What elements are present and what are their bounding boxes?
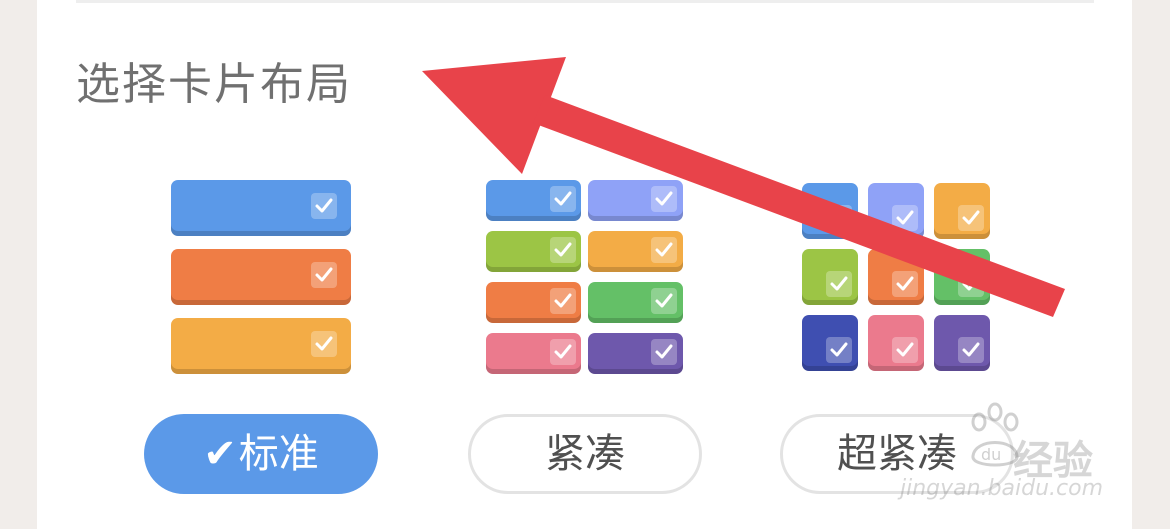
preview-tile (934, 183, 990, 239)
preview-tile (588, 231, 683, 272)
checkbox-checked-icon (651, 288, 677, 314)
preview-tile (802, 249, 858, 305)
preview-tile (802, 315, 858, 371)
checkbox-checked-icon (892, 271, 918, 297)
preview-tile (588, 333, 683, 374)
preview-tile (486, 333, 581, 374)
preview-tile (802, 183, 858, 239)
preview-tile (934, 249, 990, 305)
compact-layout-button[interactable]: 紧凑 (468, 414, 702, 494)
checkbox-checked-icon (550, 186, 576, 212)
compact-layout-label: 紧凑 (545, 431, 625, 477)
checkbox-checked-icon (651, 339, 677, 365)
preview-tile (486, 180, 581, 221)
checkbox-checked-icon (311, 331, 337, 357)
checkmark-icon: ✔ (203, 431, 237, 477)
checkbox-checked-icon (550, 339, 576, 365)
super-compact-layout-button[interactable]: 超紧凑 (780, 414, 1014, 494)
checkbox-checked-icon (892, 337, 918, 363)
checkbox-checked-icon (550, 288, 576, 314)
checkbox-checked-icon (311, 262, 337, 288)
checkbox-checked-icon (958, 205, 984, 231)
checkbox-checked-icon (892, 205, 918, 231)
standard-layout-label: 标准 (238, 431, 319, 477)
checkbox-checked-icon (651, 186, 677, 212)
preview-tile (171, 318, 351, 374)
preview-tile (171, 180, 351, 236)
preview-tile (588, 282, 683, 323)
preview-tile (868, 183, 924, 239)
preview-tile (868, 315, 924, 371)
preview-tile (934, 315, 990, 371)
checkbox-checked-icon (826, 205, 852, 231)
checkbox-checked-icon (826, 337, 852, 363)
standard-layout-button[interactable]: ✔标准 (144, 414, 378, 494)
preview-tile (171, 249, 351, 305)
top-divider (76, 0, 1094, 3)
preview-tile (486, 282, 581, 323)
section-title: 选择卡片布局 (76, 59, 352, 110)
super-compact-layout-label: 超紧凑 (837, 431, 957, 477)
checkbox-checked-icon (826, 271, 852, 297)
checkbox-checked-icon (550, 237, 576, 263)
preview-tile (486, 231, 581, 272)
checkbox-checked-icon (958, 271, 984, 297)
checkbox-checked-icon (651, 237, 677, 263)
preview-tile (868, 249, 924, 305)
checkbox-checked-icon (958, 337, 984, 363)
preview-tile (588, 180, 683, 221)
checkbox-checked-icon (311, 193, 337, 219)
